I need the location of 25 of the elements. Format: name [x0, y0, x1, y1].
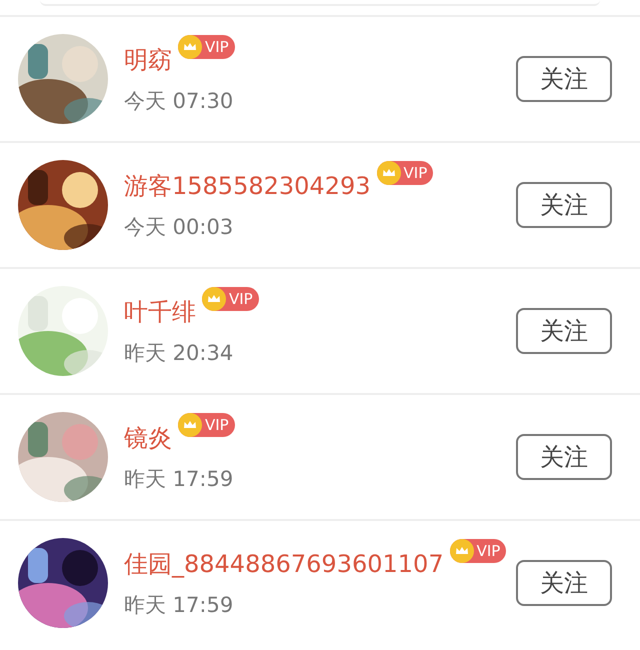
crown-icon: [202, 287, 226, 311]
crown-icon: [450, 539, 474, 563]
vip-badge: VIP: [376, 161, 434, 185]
follow-button[interactable]: 关注: [516, 56, 612, 102]
user-name: 镜炎: [124, 423, 172, 454]
crown-icon: [178, 35, 202, 59]
time-label: 昨天 20:34: [124, 340, 234, 367]
time-label: 今天 00:03: [124, 214, 234, 241]
user-name: 佳园_88448867693601107: [124, 549, 444, 580]
follow-button[interactable]: 关注: [516, 560, 612, 606]
crown-icon: [376, 161, 401, 185]
vip-badge: VIP: [450, 539, 506, 563]
follow-button[interactable]: 关注: [516, 182, 612, 228]
follow-button[interactable]: 关注: [516, 434, 612, 480]
user-name: 叶千绯: [124, 297, 196, 328]
user-name: 游客1585582304293: [124, 171, 371, 202]
vip-badge: VIP: [178, 35, 235, 59]
time-label: 昨天 17:59: [124, 592, 234, 619]
crown-icon: [178, 413, 202, 437]
user-name: 明窈: [124, 45, 172, 76]
time-label: 昨天 17:59: [124, 466, 234, 493]
follow-button[interactable]: 关注: [516, 308, 612, 354]
vip-badge: VIP: [202, 287, 259, 311]
time-label: 今天 07:30: [124, 88, 234, 115]
vip-badge: VIP: [178, 413, 235, 437]
